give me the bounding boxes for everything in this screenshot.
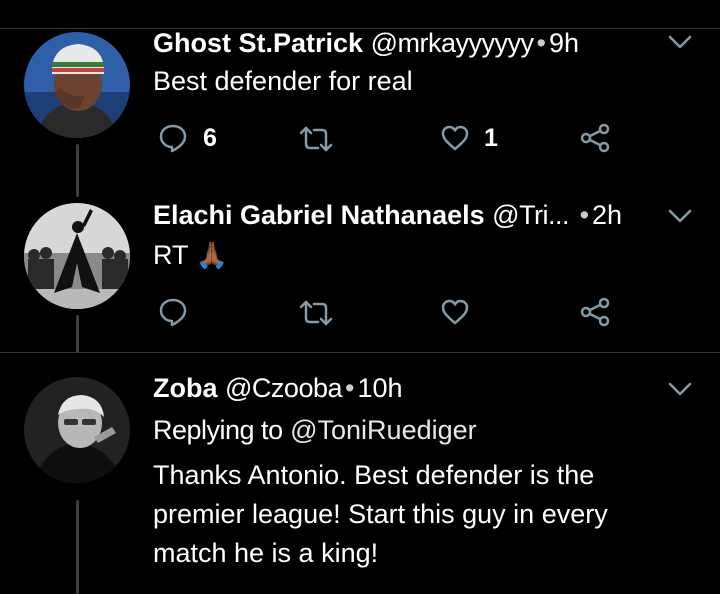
retweet-icon: [299, 300, 333, 326]
separator-dot: •: [536, 28, 546, 58]
thread-line: [76, 315, 79, 353]
chevron-down-icon[interactable]: [665, 31, 695, 53]
comment-bubble-icon: [159, 298, 187, 327]
avatar[interactable]: [24, 377, 130, 483]
replying-to: Replying to @ToniRuediger: [153, 414, 477, 446]
replying-to-label: Replying to: [153, 415, 283, 445]
avatar[interactable]: [24, 32, 130, 138]
share-icon: [580, 297, 610, 327]
tweet-header: Elachi Gabriel Nathanaels @Tri... • 2h: [153, 199, 622, 231]
tweet-text-content: RT: [153, 240, 189, 270]
user-handle[interactable]: @mrkayyyyyy: [371, 28, 534, 58]
retweet-button[interactable]: [299, 298, 333, 328]
retweet-icon: [299, 126, 333, 152]
replying-to-handle[interactable]: @ToniRuediger: [290, 415, 477, 445]
share-button[interactable]: [579, 122, 611, 154]
user-handle[interactable]: @Czooba: [225, 373, 342, 403]
avatar-image: [24, 203, 130, 309]
tweet-header: Zoba @Czooba • 10h: [153, 372, 403, 404]
tweet-header: Ghost St.Patrick @mrkayyyyyy • 9h: [153, 27, 579, 59]
tweet-divider: [0, 352, 720, 353]
avatar-image: [24, 32, 130, 138]
user-handle[interactable]: @Tri...: [492, 200, 569, 230]
like-button[interactable]: 1: [440, 123, 498, 153]
timestamp[interactable]: 2h: [592, 200, 622, 230]
thread-line: [76, 144, 79, 197]
display-name[interactable]: Zoba: [153, 373, 218, 403]
tweet-text: Thanks Antonio. Best defender is the pre…: [153, 460, 608, 568]
tweet-text: Best defender for real: [153, 66, 413, 96]
display-name[interactable]: Elachi Gabriel Nathanaels: [153, 200, 485, 230]
praying-hands-emoji: 🙏🏾: [195, 240, 228, 270]
like-button[interactable]: [440, 297, 470, 327]
heart-icon: [441, 299, 469, 325]
avatar-image: [24, 377, 130, 483]
timestamp[interactable]: 10h: [357, 373, 402, 403]
reply-button[interactable]: [157, 296, 189, 328]
thread-line: [76, 500, 79, 594]
share-icon: [580, 123, 610, 153]
heart-icon: [441, 125, 469, 151]
chevron-down-icon[interactable]: [665, 205, 695, 227]
share-button[interactable]: [579, 296, 611, 328]
avatar[interactable]: [24, 203, 130, 309]
display-name[interactable]: Ghost St.Patrick: [153, 28, 363, 58]
chevron-down-icon[interactable]: [665, 378, 695, 400]
reply-button[interactable]: 6: [157, 122, 217, 154]
comment-bubble-icon: [159, 124, 187, 153]
reply-count: 6: [203, 123, 217, 152]
like-count: 1: [484, 123, 498, 152]
retweet-button[interactable]: [299, 124, 333, 154]
separator-dot: •: [345, 373, 355, 403]
separator-dot: •: [579, 200, 590, 230]
tweet-text: RT 🙏🏾: [153, 236, 693, 275]
timestamp[interactable]: 9h: [549, 28, 579, 58]
